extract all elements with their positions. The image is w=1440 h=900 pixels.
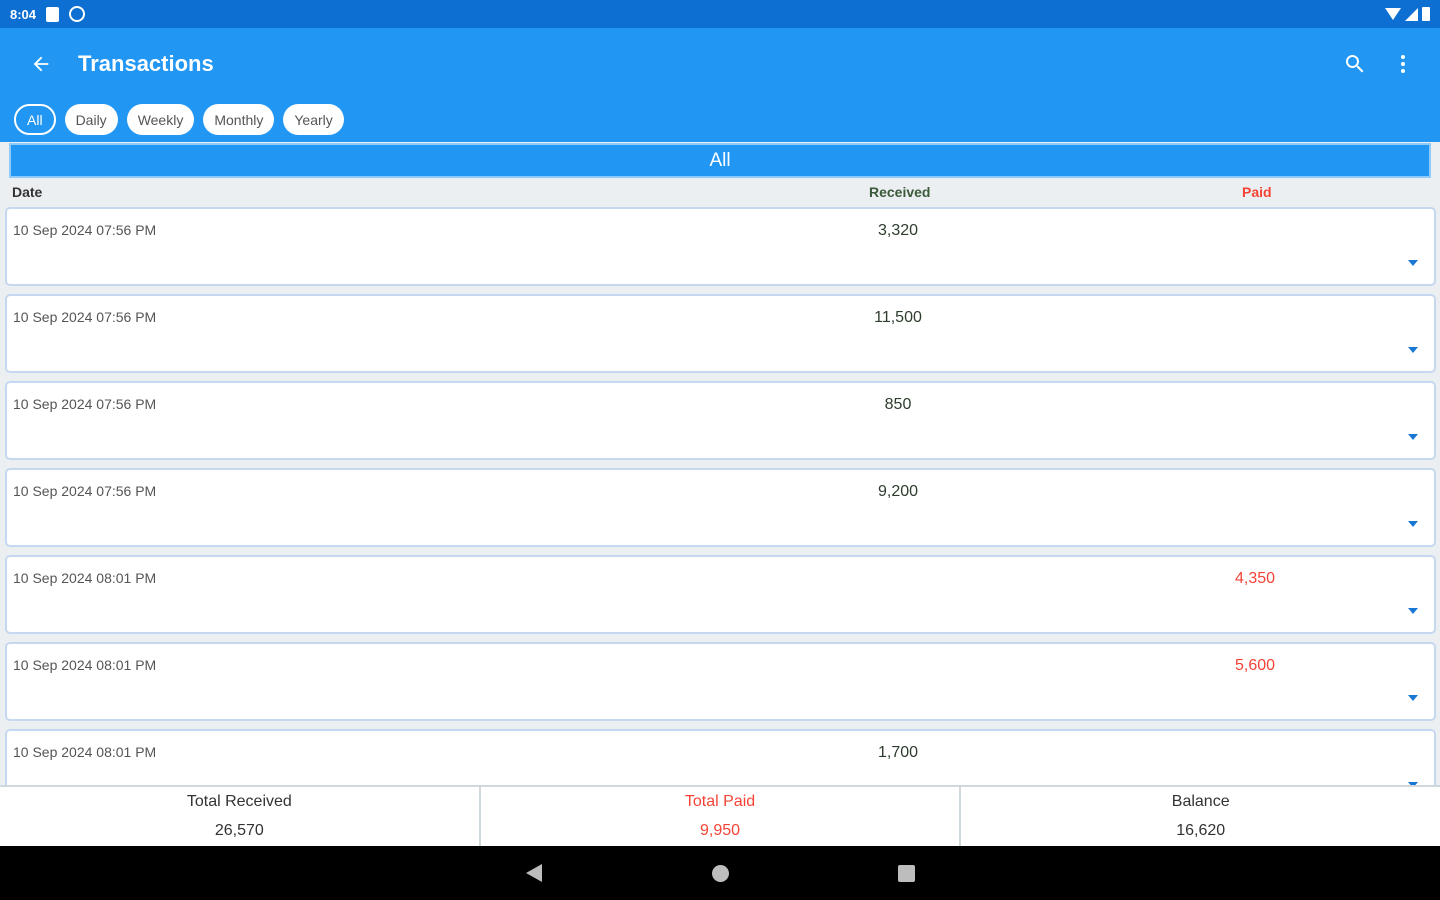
expand-button[interactable] [1406, 778, 1420, 785]
transaction-row[interactable]: 10 Sep 2024 07:56 PM 9,200 [5, 468, 1436, 547]
column-header-date: Date [12, 184, 43, 200]
arrow-left-icon [33, 56, 49, 72]
row-received-value: 9,200 [877, 483, 919, 500]
row-received-value: 3,320 [877, 222, 919, 239]
status-time: 8:04 [10, 6, 37, 22]
row-date: 10 Sep 2024 08:01 PM [13, 570, 157, 586]
total-paid-label: Total Paid [684, 793, 756, 810]
transaction-row[interactable]: 10 Sep 2024 08:01 PM 4,350 [5, 555, 1436, 634]
expand-button[interactable] [1406, 430, 1420, 444]
row-date: 10 Sep 2024 07:56 PM [13, 222, 157, 238]
transaction-list[interactable]: 10 Sep 2024 07:56 PM 3,320 10 Sep 2024 0… [0, 205, 1440, 785]
row-date: 10 Sep 2024 07:56 PM [13, 483, 157, 499]
chevron-down-icon [1408, 695, 1418, 701]
row-received-value: 850 [884, 396, 912, 413]
chevron-down-icon [1408, 347, 1418, 353]
expand-button[interactable] [1406, 256, 1420, 270]
toolbar: Transactions [0, 28, 1440, 100]
transaction-row[interactable]: 10 Sep 2024 07:56 PM 11,500 [5, 294, 1436, 373]
search-button[interactable] [1338, 47, 1372, 81]
total-received: Total Received 26,570 [0, 787, 481, 846]
wifi-icon [1385, 8, 1401, 20]
total-paid: Total Paid 9,950 [481, 787, 962, 846]
row-date: 10 Sep 2024 07:56 PM [13, 309, 157, 325]
sync-icon [69, 6, 86, 22]
period-banner: All [9, 143, 1431, 178]
expand-button[interactable] [1406, 691, 1420, 705]
nav-recents-icon [897, 864, 915, 882]
page-title: Transactions [78, 51, 214, 76]
nav-back-icon [526, 864, 542, 882]
row-date: 10 Sep 2024 07:56 PM [13, 396, 157, 412]
table-header: Date Received Paid [0, 178, 1440, 205]
transaction-row[interactable]: 10 Sep 2024 07:56 PM 3,320 [5, 207, 1436, 286]
balance: Balance 16,620 [961, 787, 1440, 846]
nav-recents-button[interactable] [888, 855, 924, 891]
more-vert-icon [1401, 55, 1405, 73]
total-received-label: Total Received [186, 793, 292, 810]
transaction-row[interactable]: 10 Sep 2024 08:01 PM 1,700 [5, 729, 1436, 785]
chevron-down-icon [1408, 260, 1418, 266]
filter-chip-weekly[interactable]: Weekly [126, 104, 195, 135]
totals-bar: Total Received 26,570 Total Paid 9,950 B… [0, 785, 1440, 846]
row-date: 10 Sep 2024 08:01 PM [13, 657, 157, 673]
expand-button[interactable] [1406, 517, 1420, 531]
row-received-value: 11,500 [874, 309, 922, 326]
filter-chip-all[interactable]: All [14, 104, 56, 135]
battery-icon [1422, 7, 1430, 21]
total-paid-value: 9,950 [699, 822, 741, 839]
back-button[interactable] [20, 43, 62, 85]
status-bar: 8:04 [0, 0, 1440, 28]
chevron-down-icon [1408, 434, 1418, 440]
row-paid-value: 4,350 [1234, 570, 1276, 587]
row-date: 10 Sep 2024 08:01 PM [13, 744, 157, 760]
expand-button[interactable] [1406, 343, 1420, 357]
signal-icon [1405, 7, 1418, 21]
search-icon [1346, 55, 1364, 73]
filter-chip-monthly[interactable]: Monthly [203, 104, 275, 135]
column-header-received: Received [869, 184, 931, 200]
row-paid-value: 5,600 [1234, 657, 1276, 674]
nav-home-button[interactable] [702, 855, 738, 891]
system-nav-bar [0, 846, 1440, 900]
row-received-value: 1,700 [877, 744, 919, 761]
filter-chip-yearly[interactable]: Yearly [283, 104, 344, 135]
total-received-value: 26,570 [214, 822, 264, 839]
filter-chip-daily[interactable]: Daily [64, 104, 118, 135]
more-options-button[interactable] [1386, 47, 1420, 81]
chevron-down-icon [1408, 521, 1418, 527]
nav-home-icon [711, 864, 729, 882]
transaction-row[interactable]: 10 Sep 2024 08:01 PM 5,600 [5, 642, 1436, 721]
balance-label: Balance [1171, 793, 1230, 810]
balance-value: 16,620 [1176, 822, 1226, 839]
expand-button[interactable] [1406, 604, 1420, 618]
sd-card-icon [46, 6, 60, 22]
app-bar: Transactions All Daily Weekly Monthly Ye… [0, 28, 1440, 142]
transaction-row[interactable]: 10 Sep 2024 07:56 PM 850 [5, 381, 1436, 460]
nav-back-button[interactable] [516, 855, 552, 891]
column-header-paid: Paid [1242, 184, 1272, 200]
filter-chips: All Daily Weekly Monthly Yearly [0, 100, 1440, 135]
chevron-down-icon [1408, 608, 1418, 614]
